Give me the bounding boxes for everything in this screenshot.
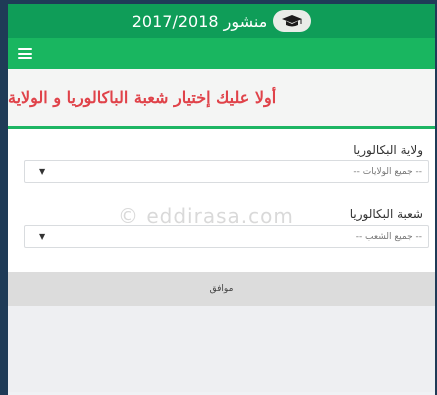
branch-select[interactable]: ▼ -- جميع الشعب --: [24, 225, 429, 248]
branch-label: شعبة البكالوريا: [349, 207, 423, 221]
graduation-cap-icon: [273, 10, 312, 32]
page-footer-area: [8, 306, 435, 392]
state-select-value: -- جميع الولايات --: [353, 166, 422, 177]
state-select[interactable]: ▼ -- جميع الولايات --: [24, 160, 429, 183]
selection-form: ولاية البكالوريا ▼ -- جميع الولايات -- ©…: [8, 129, 435, 272]
submit-button[interactable]: موافق: [8, 272, 435, 306]
app-screen: منشور 2017/2018 أولا عليك إختيار شعبة ال…: [8, 4, 435, 395]
submit-button-label: موافق: [209, 284, 234, 294]
nav-bar: [8, 38, 435, 69]
caret-down-icon: ▼: [39, 167, 46, 176]
state-label: ولاية البكالوريا: [353, 143, 423, 157]
caret-down-icon: ▼: [39, 232, 46, 241]
page-heading: أولا عليك إختيار شعبة الباكالوريا و الول…: [8, 88, 277, 107]
heading-section: أولا عليك إختيار شعبة الباكالوريا و الول…: [8, 69, 435, 129]
app-header: منشور 2017/2018: [8, 4, 435, 38]
app-title: منشور 2017/2018: [131, 11, 268, 31]
hamburger-menu-icon[interactable]: [18, 48, 32, 59]
branch-select-value: -- جميع الشعب --: [355, 231, 422, 242]
